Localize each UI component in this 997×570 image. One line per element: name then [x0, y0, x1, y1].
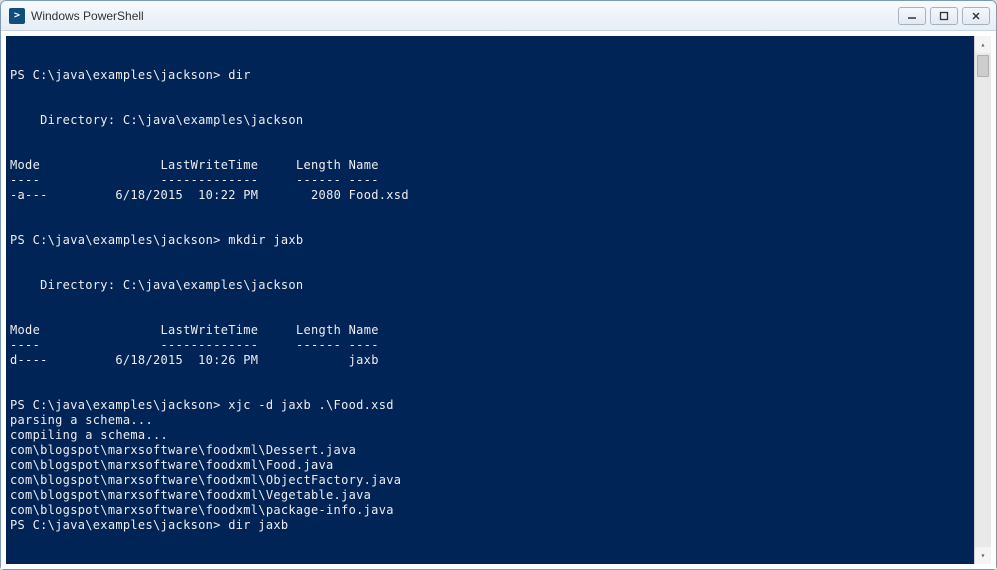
dash: ------------- — [161, 173, 259, 187]
dash: ---- — [10, 338, 40, 352]
client-area: PS C:\java\examples\jackson> dir Directo… — [1, 31, 996, 569]
list-mode: d---- — [10, 353, 48, 367]
directory-label: Directory: C:\java\examples\jackson — [10, 278, 303, 292]
dash: ------ — [296, 338, 341, 352]
directory-label: Directory: C:\java\examples\jackson — [10, 113, 303, 127]
dash: ------------- — [161, 338, 259, 352]
scroll-track[interactable] — [975, 53, 991, 547]
directory-label: Directory: C:\java\examples\jackson\jaxb — [10, 563, 341, 564]
minimize-button[interactable] — [898, 7, 926, 25]
output-line: com\blogspot\marxsoftware\foodxml\packag… — [10, 503, 394, 517]
list-date: 6/18/2015 10:22 PM — [115, 188, 258, 202]
col-name: Name — [349, 323, 379, 337]
window-title: Windows PowerShell — [31, 9, 894, 23]
col-name: Name — [349, 158, 379, 172]
terminal[interactable]: PS C:\java\examples\jackson> dir Directo… — [6, 36, 991, 564]
prompt-line: PS C:\java\examples\jackson> dir — [10, 68, 251, 82]
powershell-icon — [9, 8, 25, 24]
window-controls — [894, 7, 990, 25]
prompt-line: PS C:\java\examples\jackson> mkdir jaxb — [10, 233, 303, 247]
maximize-button[interactable] — [930, 7, 958, 25]
output-line: compiling a schema... — [10, 428, 168, 442]
list-name: jaxb — [349, 353, 379, 367]
list-length: 2080 — [311, 188, 341, 202]
dash: ---- — [10, 173, 40, 187]
dash: ---- — [349, 338, 379, 352]
scroll-up-button[interactable]: ▴ — [975, 36, 991, 53]
output-line: com\blogspot\marxsoftware\foodxml\Desser… — [10, 443, 356, 457]
list-date: 6/18/2015 10:26 PM — [115, 353, 258, 367]
prompt-line: PS C:\java\examples\jackson> xjc -d jaxb… — [10, 398, 394, 412]
dash: ---- — [349, 173, 379, 187]
dash: ------ — [296, 173, 341, 187]
col-mode: Mode — [10, 158, 40, 172]
output-line: com\blogspot\marxsoftware\foodxml\Vegeta… — [10, 488, 371, 502]
col-mode: Mode — [10, 323, 40, 337]
list-name: Food.xsd — [349, 188, 409, 202]
titlebar[interactable]: Windows PowerShell — [1, 1, 996, 31]
output-line: com\blogspot\marxsoftware\foodxml\Object… — [10, 473, 401, 487]
col-length: Length — [296, 158, 341, 172]
output-line: parsing a schema... — [10, 413, 153, 427]
scroll-thumb[interactable] — [977, 55, 989, 77]
window-frame: Windows PowerShell PS C:\java\examples\j… — [0, 0, 997, 570]
vertical-scrollbar[interactable]: ▴ ▾ — [974, 36, 991, 564]
col-length: Length — [296, 323, 341, 337]
scroll-down-button[interactable]: ▾ — [975, 547, 991, 564]
list-mode: -a--- — [10, 188, 48, 202]
close-button[interactable] — [962, 7, 990, 25]
col-lastwritetime: LastWriteTime — [161, 323, 259, 337]
prompt-line: PS C:\java\examples\jackson> dir jaxb — [10, 518, 288, 532]
col-lastwritetime: LastWriteTime — [161, 158, 259, 172]
output-line: com\blogspot\marxsoftware\foodxml\Food.j… — [10, 458, 334, 472]
terminal-content: PS C:\java\examples\jackson> dir Directo… — [10, 53, 989, 564]
